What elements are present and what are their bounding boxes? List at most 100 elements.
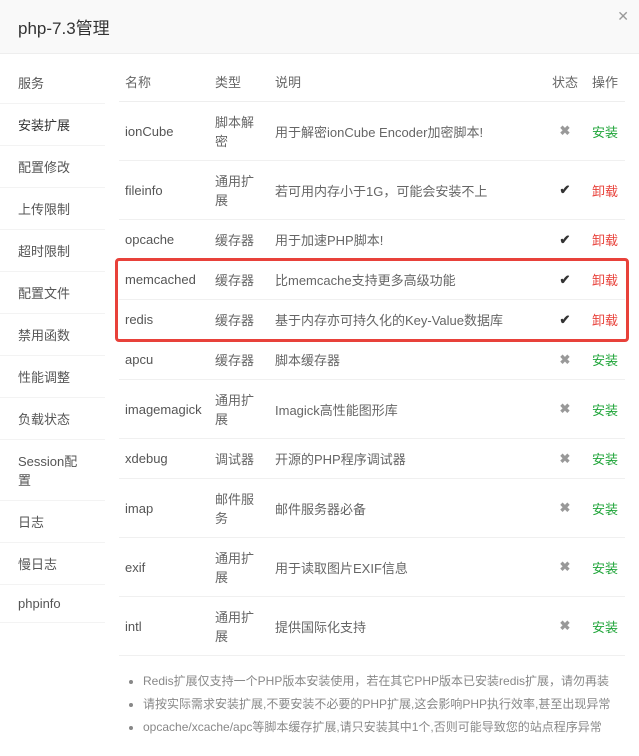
- ext-action: 卸载: [585, 161, 625, 220]
- install-button[interactable]: 安装: [592, 502, 618, 517]
- x-icon: [545, 597, 585, 656]
- ext-name: xdebug: [119, 439, 209, 479]
- extensions-table: 名称 类型 说明 状态 操作 ionCube脚本解密用于解密ionCube En…: [119, 62, 625, 656]
- ext-type: 脚本解密: [209, 102, 269, 161]
- table-row: imap邮件服务邮件服务器必备 安装: [119, 479, 625, 538]
- ext-desc: 提供国际化支持: [269, 597, 545, 656]
- check-icon: [545, 300, 585, 340]
- x-icon: [545, 380, 585, 439]
- table-row: exif通用扩展用于读取图片EXIF信息 安装: [119, 538, 625, 597]
- table-row: fileinfo通用扩展若可用内存小于1G，可能会安装不上 卸载: [119, 161, 625, 220]
- table-row: ionCube脚本解密用于解密ionCube Encoder加密脚本! 安装: [119, 102, 625, 161]
- table-row: imagemagick通用扩展Imagick高性能图形库 安装: [119, 380, 625, 439]
- ext-type: 调试器: [209, 439, 269, 479]
- x-icon: [545, 538, 585, 597]
- table-row: apcu缓存器脚本缓存器 安装: [119, 340, 625, 380]
- ext-type: 邮件服务: [209, 479, 269, 538]
- ext-type: 通用扩展: [209, 380, 269, 439]
- sidebar-item-0[interactable]: 服务: [0, 62, 105, 104]
- dialog-title: php-7.3管理: [18, 19, 110, 38]
- uninstall-button[interactable]: 卸载: [592, 233, 618, 248]
- ext-desc: 开源的PHP程序调试器: [269, 439, 545, 479]
- ext-type: 通用扩展: [209, 161, 269, 220]
- col-type: 类型: [209, 62, 269, 102]
- x-icon: [545, 102, 585, 161]
- note-item: 请按实际需求安装扩展,不要安装不必要的PHP扩展,这会影响PHP执行效率,甚至出…: [143, 693, 625, 716]
- ext-desc: 基于内存亦可持久化的Key-Value数据库: [269, 300, 545, 340]
- install-button[interactable]: 安装: [592, 620, 618, 635]
- ext-name: opcache: [119, 220, 209, 260]
- ext-action: 安装: [585, 340, 625, 380]
- ext-type: 通用扩展: [209, 538, 269, 597]
- uninstall-button[interactable]: 卸载: [592, 313, 618, 328]
- sidebar-item-5[interactable]: 配置文件: [0, 272, 105, 314]
- ext-type: 缓存器: [209, 340, 269, 380]
- check-icon: [545, 161, 585, 220]
- ext-name: intl: [119, 597, 209, 656]
- install-button[interactable]: 安装: [592, 403, 618, 418]
- x-icon: [545, 340, 585, 380]
- ext-name: imap: [119, 479, 209, 538]
- sidebar-item-12[interactable]: phpinfo: [0, 585, 105, 623]
- sidebar-item-1[interactable]: 安装扩展: [0, 104, 105, 146]
- install-button[interactable]: 安装: [592, 125, 618, 140]
- ext-action: 卸载: [585, 260, 625, 300]
- check-icon: [545, 260, 585, 300]
- main-content: 名称 类型 说明 状态 操作 ionCube脚本解密用于解密ionCube En…: [105, 54, 639, 756]
- sidebar-item-10[interactable]: 日志: [0, 501, 105, 543]
- ext-desc: 若可用内存小于1G，可能会安装不上: [269, 161, 545, 220]
- ext-desc: 脚本缓存器: [269, 340, 545, 380]
- sidebar-item-9[interactable]: Session配置: [0, 440, 105, 501]
- sidebar-item-2[interactable]: 配置修改: [0, 146, 105, 188]
- table-row: redis缓存器基于内存亦可持久化的Key-Value数据库 卸载: [119, 300, 625, 340]
- ext-desc: 用于解密ionCube Encoder加密脚本!: [269, 102, 545, 161]
- table-row: xdebug调试器开源的PHP程序调试器 安装: [119, 439, 625, 479]
- col-desc: 说明: [269, 62, 545, 102]
- ext-name: exif: [119, 538, 209, 597]
- ext-action: 卸载: [585, 220, 625, 260]
- ext-name: memcached: [119, 260, 209, 300]
- ext-desc: 用于加速PHP脚本!: [269, 220, 545, 260]
- ext-action: 安装: [585, 538, 625, 597]
- notes-list: Redis扩展仅支持一个PHP版本安装使用，若在其它PHP版本已安装redis扩…: [119, 656, 625, 738]
- close-icon[interactable]: ✕: [617, 8, 629, 25]
- ext-name: redis: [119, 300, 209, 340]
- x-icon: [545, 479, 585, 538]
- sidebar-item-4[interactable]: 超时限制: [0, 230, 105, 272]
- ext-desc: 比memcache支持更多高级功能: [269, 260, 545, 300]
- ext-action: 安装: [585, 597, 625, 656]
- ext-type: 缓存器: [209, 220, 269, 260]
- install-button[interactable]: 安装: [592, 353, 618, 368]
- ext-type: 缓存器: [209, 300, 269, 340]
- col-action: 操作: [585, 62, 625, 102]
- uninstall-button[interactable]: 卸载: [592, 184, 618, 199]
- x-icon: [545, 439, 585, 479]
- dialog-header: php-7.3管理 ✕: [0, 0, 639, 54]
- table-row: memcached缓存器比memcache支持更多高级功能卸载: [119, 260, 625, 300]
- ext-action: 安装: [585, 439, 625, 479]
- ext-desc: 用于读取图片EXIF信息: [269, 538, 545, 597]
- install-button[interactable]: 安装: [592, 452, 618, 467]
- table-row: intl通用扩展提供国际化支持安装: [119, 597, 625, 656]
- sidebar-item-7[interactable]: 性能调整: [0, 356, 105, 398]
- note-item: Redis扩展仅支持一个PHP版本安装使用，若在其它PHP版本已安装redis扩…: [143, 670, 625, 693]
- check-icon: [545, 220, 585, 260]
- ext-name: ionCube: [119, 102, 209, 161]
- ext-desc: 邮件服务器必备: [269, 479, 545, 538]
- uninstall-button[interactable]: 卸载: [592, 273, 618, 288]
- ext-desc: Imagick高性能图形库: [269, 380, 545, 439]
- ext-action: 安装: [585, 479, 625, 538]
- sidebar: 服务安装扩展配置修改上传限制超时限制配置文件禁用函数性能调整负载状态Sessio…: [0, 54, 105, 756]
- ext-name: apcu: [119, 340, 209, 380]
- install-button[interactable]: 安装: [592, 561, 618, 576]
- ext-name: fileinfo: [119, 161, 209, 220]
- sidebar-item-11[interactable]: 慢日志: [0, 543, 105, 585]
- ext-action: 安装: [585, 380, 625, 439]
- sidebar-item-3[interactable]: 上传限制: [0, 188, 105, 230]
- sidebar-item-6[interactable]: 禁用函数: [0, 314, 105, 356]
- sidebar-item-8[interactable]: 负载状态: [0, 398, 105, 440]
- ext-name: imagemagick: [119, 380, 209, 439]
- ext-action: 安装: [585, 102, 625, 161]
- col-name: 名称: [119, 62, 209, 102]
- note-item: opcache/xcache/apc等脚本缓存扩展,请只安装其中1个,否则可能导…: [143, 716, 625, 739]
